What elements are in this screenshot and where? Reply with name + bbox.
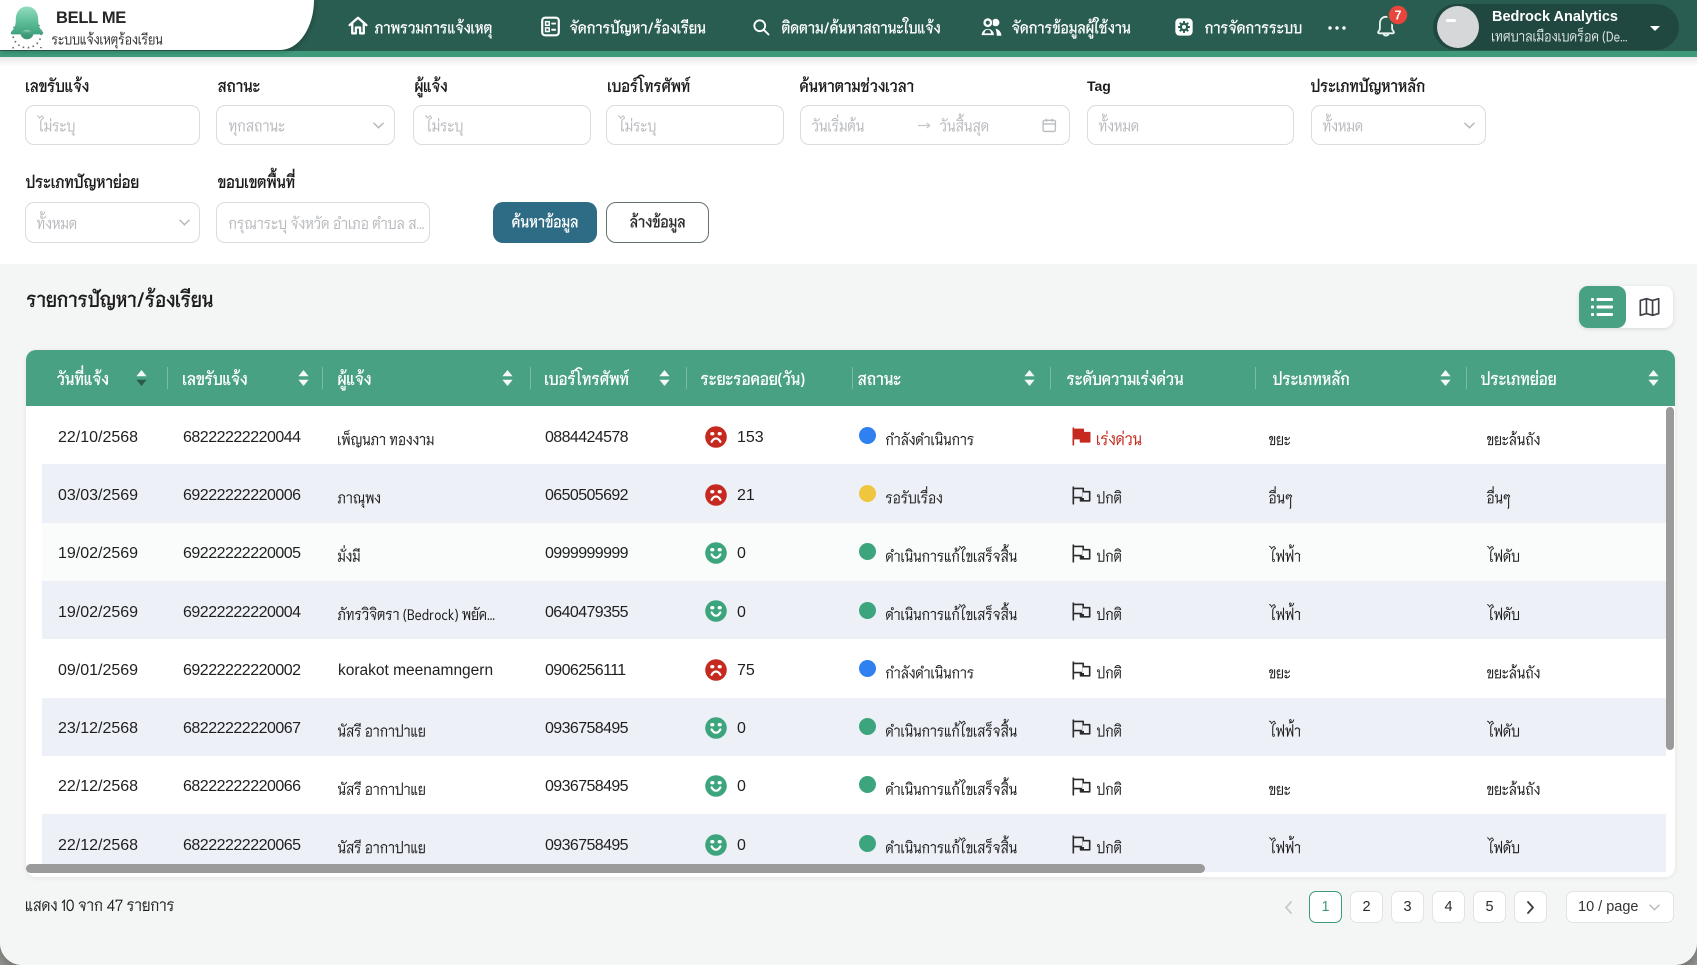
svg-text:7: 7 (1394, 8, 1401, 22)
